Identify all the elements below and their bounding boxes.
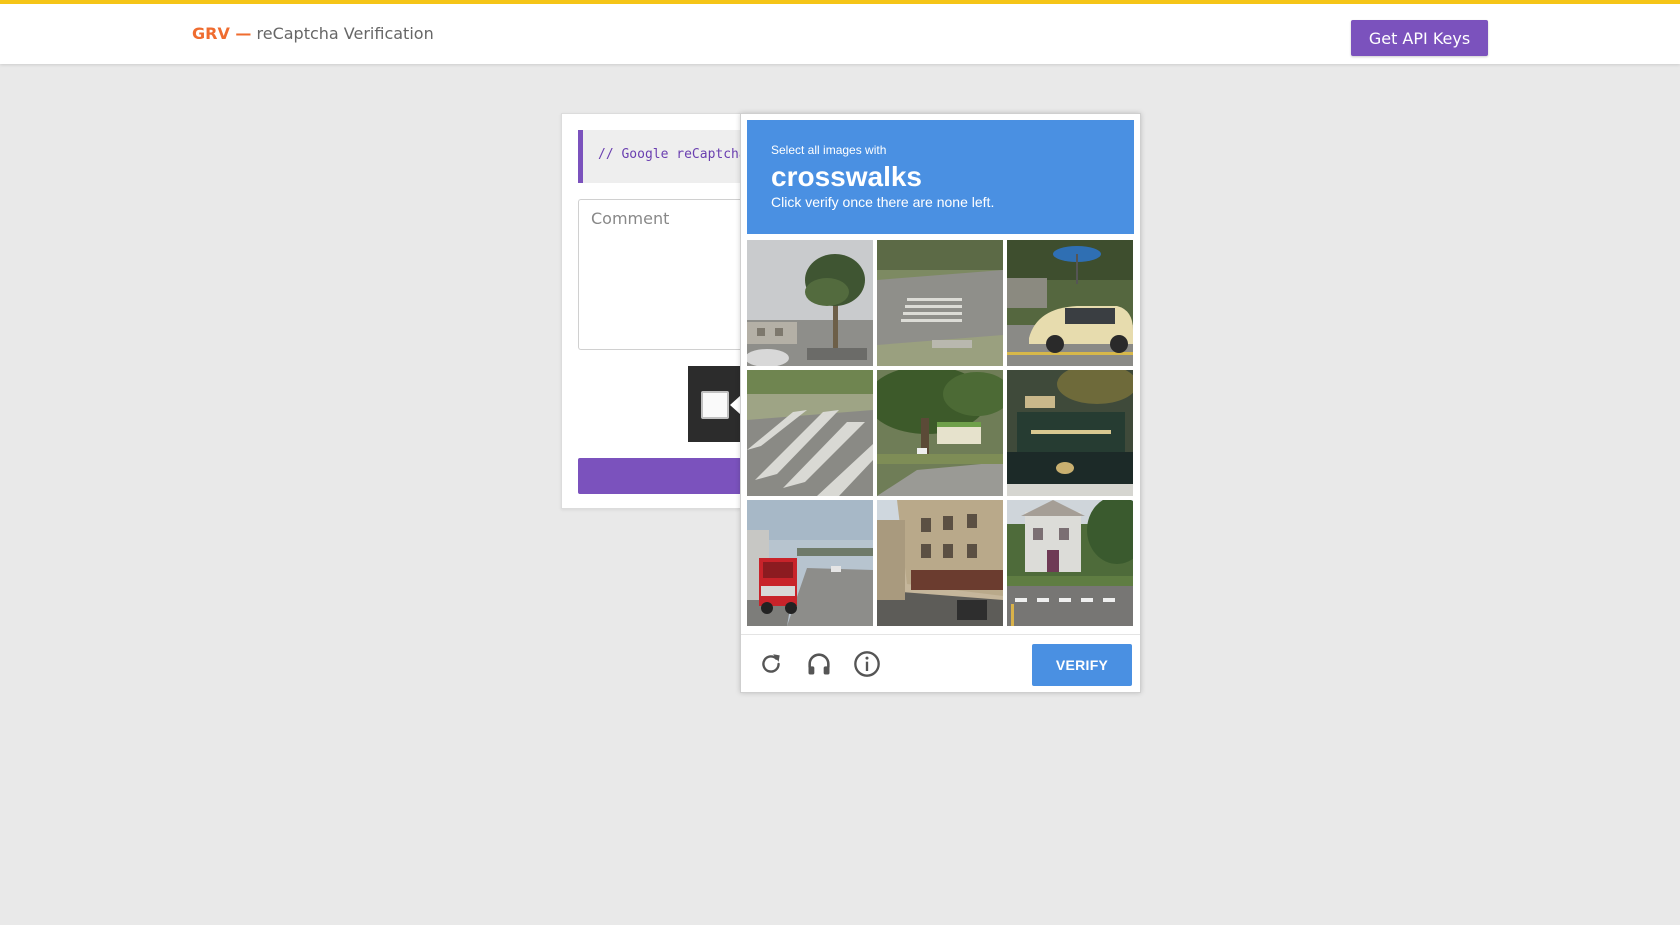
- image-tile-2[interactable]: [877, 240, 1003, 366]
- recaptcha-checkbox-widget[interactable]: [688, 366, 742, 442]
- image-tile-4[interactable]: [747, 370, 873, 496]
- image-tile-3[interactable]: [1007, 240, 1133, 366]
- get-api-keys-button[interactable]: Get API Keys: [1351, 20, 1488, 56]
- tree-roadside-image: [877, 370, 1003, 496]
- brand-short: GRV —: [192, 24, 252, 43]
- comment-textarea[interactable]: Comment: [578, 199, 742, 350]
- image-tile-9[interactable]: [1007, 500, 1133, 626]
- brand[interactable]: GRV — reCaptcha Verification: [192, 24, 434, 43]
- info-icon[interactable]: [851, 648, 883, 680]
- street-buildings-image: [877, 500, 1003, 626]
- image-tile-5[interactable]: [877, 370, 1003, 496]
- image-tile-1[interactable]: [747, 240, 873, 366]
- recaptcha-challenge-popup: Select all images with crosswalks Click …: [740, 113, 1141, 693]
- code-snippet: // Google reCaptcha: [578, 130, 742, 183]
- image-grid: [747, 240, 1134, 627]
- crosswalk-road-image: [747, 370, 873, 496]
- image-tile-8[interactable]: [877, 500, 1003, 626]
- instruction-top: Select all images with: [771, 143, 887, 157]
- challenge-header: Select all images with crosswalks Click …: [747, 120, 1134, 234]
- reload-icon[interactable]: [755, 648, 787, 680]
- instruction-bottom: Click verify once there are none left.: [771, 194, 995, 210]
- top-navbar: GRV — reCaptcha Verification Get API Key…: [0, 0, 1680, 64]
- recaptcha-checkbox[interactable]: [701, 391, 729, 419]
- image-tile-6[interactable]: [1007, 370, 1133, 496]
- image-tile-7[interactable]: [747, 500, 873, 626]
- palm-tree-image: [747, 240, 873, 366]
- headphones-icon[interactable]: [803, 648, 835, 680]
- red-truck-image: [747, 500, 873, 626]
- house-crosswalk-image: [1007, 500, 1133, 626]
- storefront-image: [1007, 370, 1133, 496]
- taxi-image: [1007, 240, 1133, 366]
- crosswalk-road-image: [877, 240, 1003, 366]
- target-object: crosswalks: [771, 161, 922, 192]
- popup-pointer: [730, 396, 740, 414]
- form-card: // Google reCaptcha Comment: [561, 113, 742, 509]
- submit-button[interactable]: [578, 458, 742, 494]
- brand-title: reCaptcha Verification: [256, 24, 434, 43]
- challenge-footer: VERIFY: [741, 634, 1140, 692]
- verify-button[interactable]: VERIFY: [1032, 644, 1132, 686]
